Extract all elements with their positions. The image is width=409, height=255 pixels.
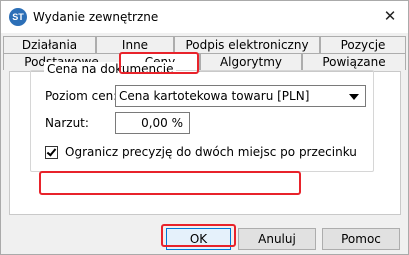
markup-value: 0,00 %: [141, 116, 183, 130]
price-level-select[interactable]: Cena kartotekowa towaru [PLN]: [115, 85, 366, 107]
chevron-down-icon[interactable]: [349, 94, 359, 100]
help-button[interactable]: Pomoc: [322, 228, 400, 250]
markup-input[interactable]: 0,00 %: [115, 112, 190, 134]
window-title: Wydanie zewnętrzne: [33, 10, 159, 24]
tab-inne[interactable]: Inne: [96, 36, 174, 53]
price-level-value: Cena kartotekowa towaru [PLN]: [119, 89, 310, 103]
markup-label: Narzut:: [45, 116, 89, 130]
dialog-window: ST Wydanie zewnętrzne ✕ Działania Inne P…: [0, 0, 409, 255]
tab-powiazane[interactable]: Powiązane: [302, 53, 406, 70]
tab-podpis-elektroniczny[interactable]: Podpis elektroniczny: [174, 36, 320, 53]
precision-checkbox[interactable]: [45, 146, 58, 159]
groupbox-title: Cena na dokumencie: [44, 62, 177, 76]
cancel-button[interactable]: Anuluj: [238, 228, 316, 250]
tab-dzialania[interactable]: Działania: [3, 36, 96, 53]
close-icon[interactable]: ✕: [380, 7, 400, 27]
title-bar[interactable]: ST Wydanie zewnętrzne ✕: [1, 1, 408, 33]
price-level-label: Poziom cen:: [45, 89, 118, 103]
tab-pozycje[interactable]: Pozycje: [320, 36, 406, 53]
precision-checkbox-label[interactable]: Ogranicz precyzję do dwóch miejsc po prz…: [65, 145, 357, 159]
tab-algorytmy[interactable]: Algorytmy: [200, 53, 302, 70]
ok-button[interactable]: OK: [166, 228, 231, 250]
checkmark-icon: [46, 146, 57, 157]
app-icon: ST: [9, 8, 27, 26]
